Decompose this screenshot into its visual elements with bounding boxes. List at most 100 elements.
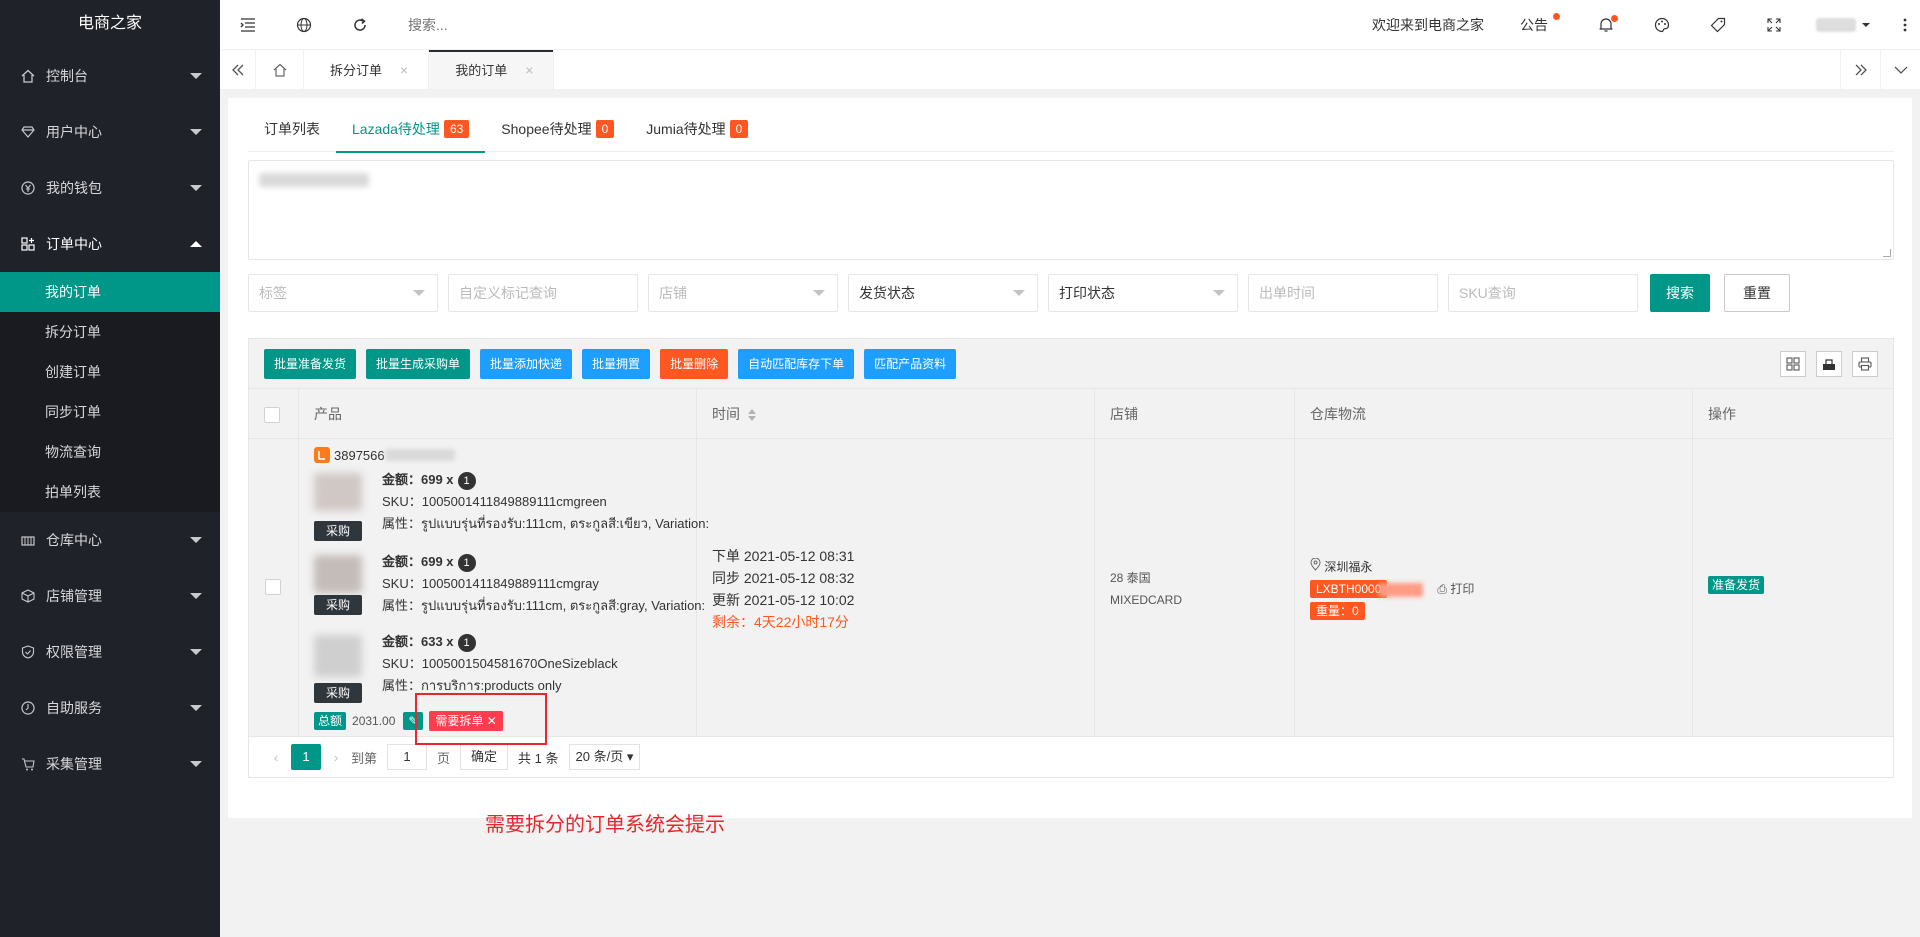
match-product-info-button[interactable]: 匹配产品资料	[864, 348, 957, 379]
global-search-input[interactable]	[408, 16, 708, 33]
custom-mark-input[interactable]: 自定义标记查询	[448, 274, 638, 312]
theme-icon[interactable]	[1634, 0, 1690, 50]
item-amount: 金额：633 x1	[382, 631, 618, 653]
print-icon[interactable]	[1852, 351, 1878, 377]
chevron-down-icon	[190, 185, 202, 191]
sidebar-item-orders[interactable]: 订单中心	[0, 216, 220, 272]
sku-input[interactable]: SKU查询	[1448, 274, 1638, 312]
columns-icon[interactable]	[1780, 351, 1806, 377]
tab-lazada-pending[interactable]: Lazada待处理 63	[336, 110, 486, 153]
purchase-button[interactable]: 采购	[314, 683, 362, 703]
chevron-down-icon	[813, 290, 825, 296]
item-amount: 金额：699 x1	[382, 469, 709, 491]
chevron-down-icon	[190, 593, 202, 599]
product-image[interactable]	[314, 555, 362, 593]
tab-shopee-pending[interactable]: Shopee待处理 0	[485, 110, 630, 152]
row-select-cell	[249, 439, 299, 736]
box-icon	[20, 588, 36, 604]
chevron-down-icon	[190, 129, 202, 135]
bell-icon[interactable]	[1578, 0, 1634, 50]
prepare-ship-button[interactable]: 准备发货	[1708, 576, 1765, 594]
sidebar-item-wallet[interactable]: 我的钱包	[0, 160, 220, 216]
close-icon[interactable]: ×	[525, 62, 533, 78]
ship-status-select[interactable]: 发货状态	[848, 274, 1038, 312]
tab-jumia-pending[interactable]: Jumia待处理 0	[630, 110, 764, 152]
tab-my-orders[interactable]: 我的订单 ×	[429, 50, 555, 89]
goto-label: 到第	[351, 750, 378, 766]
product-image[interactable]	[314, 635, 362, 677]
purchase-button[interactable]: 采购	[314, 521, 362, 541]
ship-time-input[interactable]: 出单时间	[1248, 274, 1438, 312]
tabs-scroll-right-icon[interactable]	[1840, 50, 1880, 90]
fullscreen-icon[interactable]	[1746, 0, 1802, 50]
close-icon[interactable]: ×	[400, 62, 408, 78]
notice-link[interactable]: 公告	[1520, 13, 1560, 35]
globe-icon[interactable]	[276, 0, 332, 50]
batch-hold-button[interactable]: 批量拥置	[582, 348, 651, 379]
next-page-icon[interactable]: ›	[321, 750, 351, 765]
lazada-icon	[314, 447, 330, 463]
sidebar-subitem-split-orders[interactable]: 拆分订单	[0, 312, 220, 352]
tracking-number[interactable]: LXBTH0000	[1310, 580, 1388, 598]
header-product: 产品	[299, 389, 697, 439]
export-icon[interactable]	[1816, 351, 1842, 377]
menu-toggle-icon[interactable]	[220, 0, 276, 50]
avatar[interactable]	[1816, 18, 1856, 32]
sidebar-item-self-service[interactable]: 自助服务	[0, 680, 220, 736]
tag-select[interactable]: 标签	[248, 274, 438, 312]
prev-page-icon[interactable]: ‹	[261, 750, 291, 765]
sort-icon[interactable]	[748, 409, 756, 422]
auto-match-stock-button[interactable]: 自动匹配库存下单	[738, 348, 855, 379]
batch-prepare-ship-button[interactable]: 批量准备发货	[264, 348, 357, 379]
sidebar-subitem-shot-list[interactable]: 拍单列表	[0, 472, 220, 512]
current-page[interactable]: 1	[291, 744, 321, 770]
sidebar-item-users[interactable]: 用户中心	[0, 104, 220, 160]
reset-button[interactable]: 重置	[1724, 274, 1790, 312]
tabs-scroll-left-icon[interactable]	[220, 50, 256, 89]
sidebar-item-collection[interactable]: 采集管理	[0, 736, 220, 792]
app-logo[interactable]: 电商之家	[0, 0, 220, 48]
print-link[interactable]: ⎙ 打印	[1437, 582, 1474, 596]
header-time[interactable]: 时间	[697, 389, 1095, 439]
refresh-icon[interactable]	[332, 0, 388, 50]
sidebar-item-label: 权限管理	[46, 644, 102, 660]
tab-split-orders[interactable]: 拆分订单 ×	[304, 50, 430, 89]
chevron-down-icon[interactable]	[1862, 23, 1870, 27]
row-checkbox[interactable]	[265, 579, 281, 595]
sidebar-subitem-sync-orders[interactable]: 同步订单	[0, 392, 220, 432]
redacted-text	[259, 173, 369, 187]
tab-order-list[interactable]: 订单列表	[248, 110, 336, 152]
resize-handle[interactable]	[1883, 249, 1891, 257]
sidebar-item-shops[interactable]: 店铺管理	[0, 568, 220, 624]
print-status-select[interactable]: 打印状态	[1048, 274, 1238, 312]
goto-page-input[interactable]: 1	[387, 744, 428, 770]
purchase-button[interactable]: 采购	[314, 595, 362, 615]
home-tab-icon[interactable]	[256, 50, 304, 89]
search-button[interactable]: 搜索	[1650, 274, 1710, 312]
order-time: 下单 2021-05-12 08:31	[712, 548, 855, 564]
sidebar-item-permissions[interactable]: 权限管理	[0, 624, 220, 680]
welcome-text: 欢迎来到电商之家	[1372, 17, 1484, 33]
sidebar-subitem-my-orders[interactable]: 我的订单	[0, 272, 220, 312]
product-image[interactable]	[314, 473, 362, 511]
notice-dot	[1553, 13, 1560, 20]
batch-create-purchase-button[interactable]: 批量生成采购单	[366, 348, 471, 379]
more-icon[interactable]	[1890, 0, 1920, 50]
service-icon	[20, 700, 36, 716]
batch-add-courier-button[interactable]: 批量添加快递	[480, 348, 573, 379]
shop-select[interactable]: 店铺	[648, 274, 838, 312]
batch-delete-button[interactable]: 批量删除	[660, 348, 729, 379]
tag-icon[interactable]	[1690, 0, 1746, 50]
page-size-select[interactable]: 20 条/页 ▾	[568, 744, 641, 770]
chevron-down-icon	[1213, 290, 1225, 296]
tabs-menu-chevron-icon[interactable]	[1880, 50, 1920, 90]
select-all-checkbox[interactable]	[264, 407, 280, 424]
sidebar-item-warehouse[interactable]: 仓库中心	[0, 512, 220, 568]
goto-confirm-button[interactable]: 确定	[460, 744, 509, 770]
order-number[interactable]: 3897566	[314, 447, 455, 463]
shop-line2: MIXEDCARD	[1110, 593, 1183, 607]
sidebar-subitem-create-order[interactable]: 创建订单	[0, 352, 220, 392]
order-number-textarea[interactable]	[248, 160, 1894, 260]
sidebar-subitem-logistics-query[interactable]: 物流查询	[0, 432, 220, 472]
sidebar-item-console[interactable]: 控制台	[0, 48, 220, 104]
